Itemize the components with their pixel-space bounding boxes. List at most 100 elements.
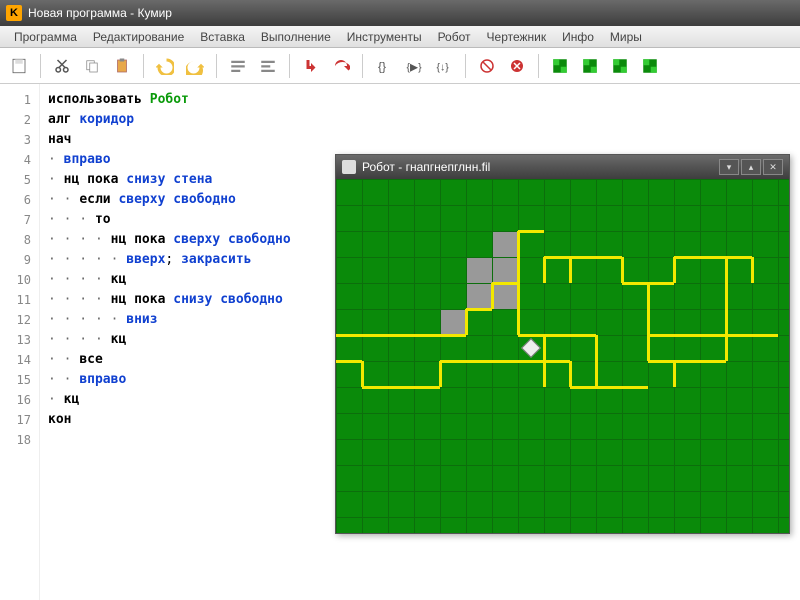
copy-icon[interactable] [79, 53, 105, 79]
wall-v [673, 361, 676, 387]
save-icon[interactable] [6, 53, 32, 79]
line-number: 3 [0, 130, 39, 150]
painted-cell [441, 310, 466, 335]
grid-d-icon[interactable] [637, 53, 663, 79]
menubar: ПрограммаРедактированиеВставкаВыполнение… [0, 26, 800, 48]
close-icon[interactable] [504, 53, 530, 79]
line-number: 6 [0, 190, 39, 210]
run-to-icon[interactable]: {↓} [431, 53, 457, 79]
wall-v [621, 257, 624, 283]
menu-вставка[interactable]: Вставка [192, 28, 253, 46]
wall-h [466, 308, 492, 311]
toolbar: {} {▶} {↓} [0, 48, 800, 84]
maximize-button[interactable]: ▴ [741, 159, 761, 175]
line-number: 7 [0, 210, 39, 230]
editor-area: 123456789101112131415161718 использовать… [0, 84, 800, 600]
line-number: 5 [0, 170, 39, 190]
robot-titlebar[interactable]: Робот - гнапгнепглнн.fil ▾ ▴ ✕ [336, 155, 789, 179]
wall-v [543, 335, 546, 361]
close-button[interactable]: ✕ [763, 159, 783, 175]
wall-h [726, 256, 752, 259]
menu-робот[interactable]: Робот [430, 28, 479, 46]
line-number: 2 [0, 110, 39, 130]
grid-b-icon[interactable] [577, 53, 603, 79]
menu-инструменты[interactable]: Инструменты [339, 28, 430, 46]
grid-a-icon[interactable] [547, 53, 573, 79]
grid-c-icon[interactable] [607, 53, 633, 79]
uncomment-icon[interactable] [255, 53, 281, 79]
window-title: Новая программа - Кумир [28, 6, 172, 20]
code-line[interactable]: использовать Робот [48, 90, 792, 110]
wall-v [725, 335, 728, 361]
menu-миры[interactable]: Миры [602, 28, 650, 46]
painted-cell [467, 284, 492, 309]
wall-v [751, 257, 754, 283]
menu-инфо[interactable]: Инфо [554, 28, 602, 46]
line-number: 4 [0, 150, 39, 170]
wall-h [674, 360, 726, 363]
comment-icon[interactable] [225, 53, 251, 79]
line-number: 10 [0, 270, 39, 290]
wall-v [647, 335, 650, 361]
wall-v [569, 257, 572, 283]
robot-field[interactable] [336, 179, 789, 533]
main-titlebar: K Новая программа - Кумир [0, 0, 800, 26]
run-icon[interactable]: {▶} [401, 53, 427, 79]
wall-h [336, 334, 466, 337]
step-over-icon[interactable] [328, 53, 354, 79]
svg-text:{↓}: {↓} [437, 61, 450, 73]
wall-v [543, 361, 546, 387]
wall-v [517, 283, 520, 335]
menu-программа[interactable]: Программа [6, 28, 85, 46]
line-number: 17 [0, 410, 39, 430]
wall-h [596, 386, 648, 389]
step-into-icon[interactable] [298, 53, 324, 79]
svg-text:{}: {} [378, 59, 386, 73]
wall-h [726, 334, 778, 337]
wall-v [543, 257, 546, 283]
wall-v [595, 361, 598, 387]
wall-h [544, 256, 570, 259]
minimize-button[interactable]: ▾ [719, 159, 739, 175]
wall-h [648, 360, 674, 363]
line-number: 8 [0, 230, 39, 250]
line-number: 14 [0, 350, 39, 370]
menu-редактирование[interactable]: Редактирование [85, 28, 192, 46]
paste-icon[interactable] [109, 53, 135, 79]
robot-marker [521, 338, 541, 358]
wall-v [491, 283, 494, 309]
wall-h [518, 230, 544, 233]
wall-h [440, 360, 544, 363]
line-number: 18 [0, 430, 39, 450]
line-number: 12 [0, 310, 39, 330]
wall-v [361, 361, 364, 387]
line-number: 13 [0, 330, 39, 350]
stop-icon[interactable] [474, 53, 500, 79]
code-line[interactable]: нач [48, 130, 792, 150]
cut-icon[interactable] [49, 53, 75, 79]
painted-cell [493, 232, 518, 257]
wall-v [673, 257, 676, 283]
wall-h [674, 256, 726, 259]
wall-h [544, 334, 596, 337]
painted-cell [493, 284, 518, 309]
menu-чертежник[interactable]: Чертежник [479, 28, 555, 46]
wall-h [648, 334, 726, 337]
undo-icon[interactable] [152, 53, 178, 79]
wall-h [336, 360, 362, 363]
line-number: 11 [0, 290, 39, 310]
menu-выполнение[interactable]: Выполнение [253, 28, 339, 46]
line-number: 1 [0, 90, 39, 110]
redo-icon[interactable] [182, 53, 208, 79]
wall-h [570, 386, 596, 389]
wall-h [518, 334, 544, 337]
app-logo: K [6, 5, 22, 21]
wall-v [569, 361, 572, 387]
wall-v [647, 283, 650, 335]
code-line[interactable]: алг коридор [48, 110, 792, 130]
svg-text:{▶}: {▶} [407, 61, 423, 73]
wall-h [570, 256, 622, 259]
line-number: 16 [0, 390, 39, 410]
braces-icon[interactable]: {} [371, 53, 397, 79]
wall-v [465, 309, 468, 335]
